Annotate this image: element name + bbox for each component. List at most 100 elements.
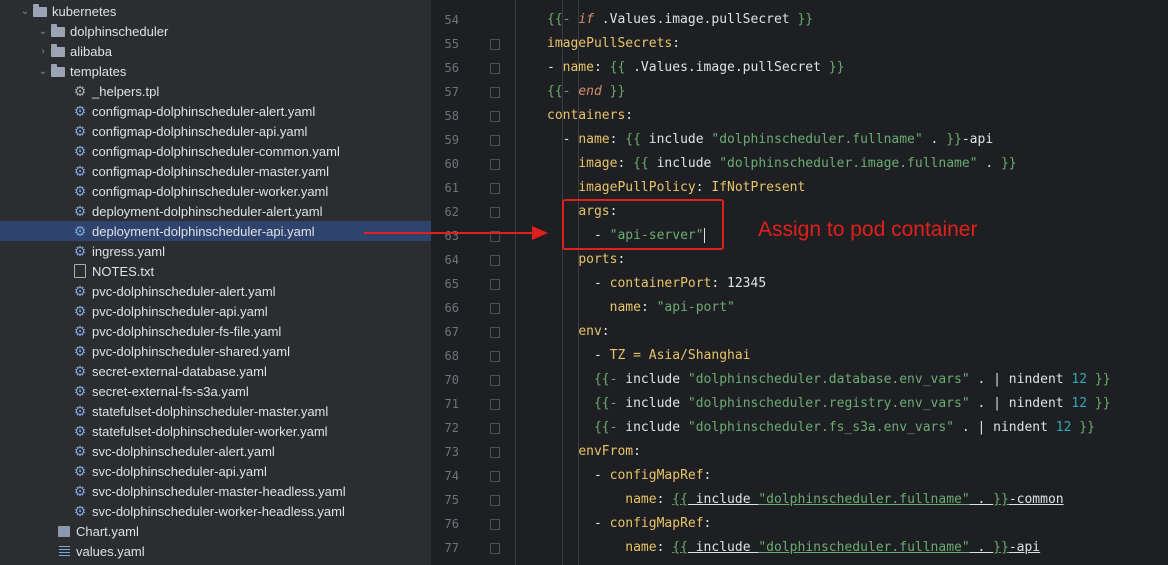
fold-marker-icon[interactable]: [490, 303, 500, 314]
code-token: : 12345: [711, 276, 767, 291]
code-line[interactable]: 68 - TZ = Asia/Shanghai: [431, 344, 1168, 368]
code-token: }}: [1000, 156, 1017, 171]
fold-marker-icon[interactable]: [490, 159, 500, 170]
tree-item[interactable]: ⚙ configmap-dolphinscheduler-worker.yaml: [0, 181, 431, 201]
fold-marker-icon[interactable]: [490, 63, 500, 74]
fold-marker-icon[interactable]: [490, 351, 500, 362]
annotation-highlight-box: [562, 199, 724, 250]
tree-item[interactable]: Chart.yaml: [0, 521, 431, 541]
code-line[interactable]: 56 - name: {{ .Values.image.pullSecret }}: [431, 56, 1168, 80]
tree-item[interactable]: ⌄ templates: [0, 61, 431, 81]
fold-marker-icon[interactable]: [490, 543, 500, 554]
fold-marker-icon[interactable]: [490, 207, 500, 218]
tree-item[interactable]: ⚙ deployment-dolphinscheduler-alert.yaml: [0, 201, 431, 221]
code-line[interactable]: 72 {{- include "dolphinscheduler.fs_s3a.…: [431, 416, 1168, 440]
tree-item[interactable]: › alibaba: [0, 41, 431, 61]
code-token: containers: [547, 108, 626, 123]
code-line[interactable]: 74 - configMapRef:: [431, 464, 1168, 488]
code-line[interactable]: 75 name: {{ include "dolphinscheduler.fu…: [431, 488, 1168, 512]
tree-item[interactable]: ⚙ svc-dolphinscheduler-api.yaml: [0, 461, 431, 481]
gear-icon: ⚙: [73, 103, 87, 119]
fold-marker-icon[interactable]: [490, 327, 500, 338]
tree-item[interactable]: ⚙ svc-dolphinscheduler-alert.yaml: [0, 441, 431, 461]
code-line[interactable]: 71 {{- include "dolphinscheduler.registr…: [431, 392, 1168, 416]
code-editor[interactable]: 54 {{- if .Values.image.pullSecret }} 55 im…: [431, 0, 1168, 565]
tree-item[interactable]: ⚙ pvc-dolphinscheduler-api.yaml: [0, 301, 431, 321]
code-line[interactable]: 64 ports:: [431, 248, 1168, 272]
tree-item[interactable]: values.yaml: [0, 541, 431, 561]
fold-marker-icon[interactable]: [490, 399, 500, 410]
tree-item[interactable]: ⚙ configmap-dolphinscheduler-common.yaml: [0, 141, 431, 161]
tree-item[interactable]: ⚙ ingress.yaml: [0, 241, 431, 261]
code-line[interactable]: 65 - containerPort: 12345: [431, 272, 1168, 296]
code-token: :: [703, 468, 712, 483]
tree-item[interactable]: ⚙ statefulset-dolphinscheduler-worker.yam…: [0, 421, 431, 441]
chevron-down-icon[interactable]: ⌄: [36, 66, 50, 77]
code-token: TZ = Asia/Shanghai: [609, 348, 751, 363]
tree-item[interactable]: ⚙ pvc-dolphinscheduler-alert.yaml: [0, 281, 431, 301]
tree-item[interactable]: ⌄ dolphinscheduler: [0, 21, 431, 41]
fold-marker-icon[interactable]: [490, 255, 500, 266]
fold-marker-icon[interactable]: [490, 423, 500, 434]
tree-item[interactable]: ⚙ _helpers.tpl: [0, 81, 431, 101]
tree-item[interactable]: ⚙ pvc-dolphinscheduler-shared.yaml: [0, 341, 431, 361]
tree-item[interactable]: ⚙ pvc-dolphinscheduler-fs-file.yaml: [0, 321, 431, 341]
line-number: 64: [444, 253, 459, 267]
tree-item[interactable]: ⚙ svc-dolphinscheduler-worker-headless.ya…: [0, 501, 431, 521]
tree-item-label: dolphinscheduler: [70, 23, 169, 39]
tree-item[interactable]: ⚙ secret-external-database.yaml: [0, 361, 431, 381]
fold-marker-icon[interactable]: [490, 183, 500, 194]
code-token: .: [969, 492, 994, 507]
fold-marker-icon[interactable]: [490, 111, 500, 122]
tree-item[interactable]: ⚙ statefulset-dolphinscheduler-master.yam…: [0, 401, 431, 421]
fold-marker-icon[interactable]: [490, 87, 500, 98]
fold-marker-icon[interactable]: [490, 135, 500, 146]
annotation-arrow: [364, 226, 548, 240]
tree-item[interactable]: ⚙ configmap-dolphinscheduler-master.yaml: [0, 161, 431, 181]
code-token: :: [593, 60, 610, 75]
tree-item[interactable]: ⚙ svc-dolphinscheduler-master-headless.ya…: [0, 481, 431, 501]
fold-marker-icon[interactable]: [490, 519, 500, 530]
code-line[interactable]: 60 image: {{ include "dolphinscheduler.i…: [431, 152, 1168, 176]
fold-marker-icon[interactable]: [490, 447, 500, 458]
code-line[interactable]: 67 env:: [431, 320, 1168, 344]
code-token: }}: [797, 12, 814, 27]
code-line[interactable]: 57 {{- end }}: [431, 80, 1168, 104]
code-line[interactable]: 58 containers:: [431, 104, 1168, 128]
gear-icon: ⚙: [73, 503, 87, 519]
code-line[interactable]: 76 - configMapRef:: [431, 512, 1168, 536]
code-token: name: [578, 132, 610, 147]
gear-icon: ⚙: [73, 143, 87, 159]
tree-item-label: ingress.yaml: [92, 243, 165, 259]
code-line[interactable]: 70 {{- include "dolphinscheduler.databas…: [431, 368, 1168, 392]
code-line[interactable]: 54 {{- if .Values.image.pullSecret }}: [431, 8, 1168, 32]
chevron-right-icon[interactable]: ›: [36, 46, 50, 57]
code-token: "dolphinscheduler.fs_s3a.env_vars": [687, 420, 955, 435]
fold-marker-icon[interactable]: [490, 39, 500, 50]
code-line[interactable]: 59 - name: {{ include "dolphinscheduler.…: [431, 128, 1168, 152]
code-line[interactable]: 77 name: {{ include "dolphinscheduler.fu…: [431, 536, 1168, 560]
code-token: 12: [1071, 372, 1088, 387]
code-token: "dolphinscheduler.image.fullname": [719, 156, 978, 171]
code-token: -: [547, 348, 610, 363]
chevron-down-icon[interactable]: ⌄: [18, 6, 32, 17]
code-token: include: [648, 156, 720, 171]
list-file-icon: [56, 544, 72, 558]
fold-marker-icon[interactable]: [490, 495, 500, 506]
code-token: -: [547, 516, 610, 531]
code-line[interactable]: 55 imagePullSecrets:: [431, 32, 1168, 56]
tree-item[interactable]: ⚙ configmap-dolphinscheduler-api.yaml: [0, 121, 431, 141]
tree-item[interactable]: ⚙ configmap-dolphinscheduler-alert.yaml: [0, 101, 431, 121]
fold-marker-icon[interactable]: [490, 279, 500, 290]
code-line[interactable]: 73 envFrom:: [431, 440, 1168, 464]
tree-item[interactable]: NOTES.txt: [0, 261, 431, 281]
tree-item[interactable]: ⌄ kubernetes: [0, 1, 431, 21]
code-line[interactable]: 61 imagePullPolicy: IfNotPresent: [431, 176, 1168, 200]
chevron-down-icon[interactable]: ⌄: [36, 26, 50, 37]
tree-item[interactable]: ⚙ secret-external-fs-s3a.yaml: [0, 381, 431, 401]
fold-marker-icon[interactable]: [490, 375, 500, 386]
code-line[interactable]: 66 name: "api-port": [431, 296, 1168, 320]
fold-marker-icon[interactable]: [490, 471, 500, 482]
code-token: . | nindent: [969, 396, 1072, 411]
